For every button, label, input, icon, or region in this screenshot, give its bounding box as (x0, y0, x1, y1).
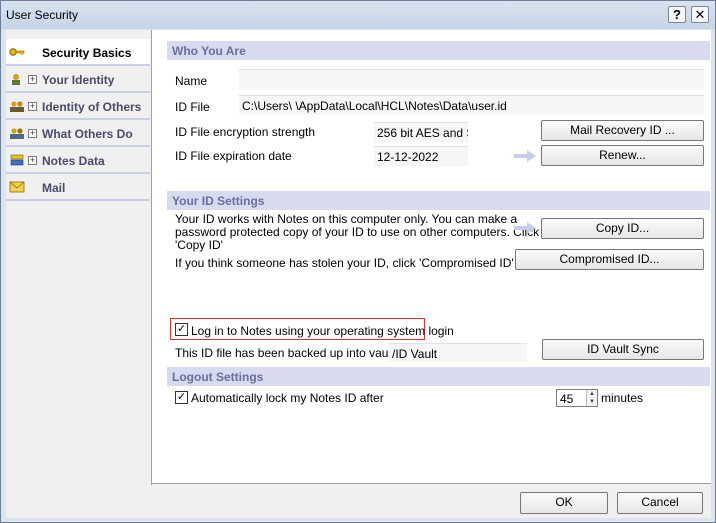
help-button[interactable]: ? (668, 6, 686, 23)
sidebar-item-what-others-do[interactable]: + What Others Do (6, 120, 150, 147)
arrow-right-icon (514, 222, 536, 234)
your-id-settings-header: Your ID Settings (167, 191, 710, 210)
sidebar-item-mail[interactable]: Mail (6, 174, 150, 201)
who-you-are-header: Who You Are (167, 41, 710, 60)
expand-icon[interactable]: + (28, 129, 37, 138)
encryption-value: 256 bit AES and S (374, 122, 468, 142)
sidebar-item-label: What Others Do (42, 127, 133, 141)
user-security-dialog: User Security ? ✕ Security Basics + Your… (0, 0, 716, 523)
name-field (239, 69, 704, 89)
security-basics-panel: Who You Are Name ID File C:\Users\ \AppD… (152, 30, 711, 483)
key-icon (9, 48, 25, 56)
envelope-icon (9, 181, 25, 193)
ok-button[interactable]: OK (520, 492, 608, 514)
minutes-label: minutes (601, 391, 644, 405)
stepper-arrows[interactable]: ▲ ▼ (586, 390, 597, 406)
minutes-stepper[interactable]: 45 ▲ ▼ (556, 389, 598, 407)
settings-desc-line3: 'Copy ID' (175, 238, 223, 252)
footer-divider (151, 483, 711, 484)
stepper-down-icon[interactable]: ▼ (587, 398, 597, 406)
logout-settings-header: Logout Settings (167, 367, 710, 386)
expiration-value: 12-12-2022 (374, 146, 468, 166)
title-bar: User Security ? ✕ (1, 1, 715, 29)
person-icon (12, 74, 20, 85)
vault-value: /ID Vault (389, 343, 527, 362)
os-login-checkbox[interactable]: ✓ (175, 323, 188, 336)
vault-text: This ID file has been backed up into vau… (175, 346, 395, 360)
id-vault-sync-button[interactable]: ID Vault Sync (542, 339, 704, 360)
sidebar-item-label: Your Identity (42, 73, 115, 87)
os-login-label[interactable]: Log in to Notes using your operating sys… (191, 324, 454, 338)
sidebar-item-your-identity[interactable]: + Your Identity (6, 66, 150, 93)
arrow-right-icon (514, 150, 536, 162)
settings-desc-line2: password protected copy of your ID to us… (175, 225, 540, 239)
people-icon (10, 101, 24, 112)
sidebar-item-label: Security Basics (42, 46, 132, 60)
dialog-client: Security Basics + Your Identity + Identi… (6, 30, 711, 518)
renew-button[interactable]: Renew... (541, 145, 704, 166)
name-label: Name (175, 74, 208, 88)
stolen-id-text: If you think someone has stolen your ID,… (175, 256, 514, 270)
database-icon (10, 154, 24, 166)
id-file-path: C:\Users\ \AppData\Local\HCL\Notes\Data\… (239, 95, 704, 115)
compromised-id-button[interactable]: Compromised ID... (515, 249, 704, 270)
expand-icon[interactable]: + (28, 156, 37, 165)
mail-recovery-id-button[interactable]: Mail Recovery ID ... (541, 120, 704, 141)
sidebar-item-notes-data[interactable]: + Notes Data (6, 147, 150, 174)
sidebar: Security Basics + Your Identity + Identi… (6, 39, 150, 201)
id-file-label: ID File (175, 100, 210, 114)
window-title: User Security (6, 8, 79, 22)
expand-icon[interactable]: + (28, 75, 37, 84)
sidebar-item-identity-of-others[interactable]: + Identity of Others (6, 93, 150, 120)
sidebar-item-label: Notes Data (42, 154, 105, 168)
autolock-checkbox[interactable]: ✓ (175, 391, 188, 404)
encryption-label: ID File encryption strength (175, 125, 316, 139)
stepper-up-icon[interactable]: ▲ (587, 390, 597, 398)
sidebar-item-label: Identity of Others (42, 100, 142, 114)
expiration-label: ID File expiration date (175, 149, 292, 163)
cancel-button[interactable]: Cancel (617, 492, 703, 514)
close-button[interactable]: ✕ (691, 6, 709, 23)
sidebar-item-security-basics[interactable]: Security Basics (6, 39, 150, 66)
settings-desc-line1: Your ID works with Notes on this compute… (175, 212, 518, 226)
expand-icon[interactable]: + (28, 102, 37, 111)
minutes-value[interactable]: 45 (560, 392, 573, 406)
autolock-label[interactable]: Automatically lock my Notes ID after (191, 391, 384, 405)
sidebar-item-label: Mail (42, 181, 66, 195)
copy-id-button[interactable]: Copy ID... (541, 218, 704, 239)
people-gear-icon (10, 128, 24, 139)
